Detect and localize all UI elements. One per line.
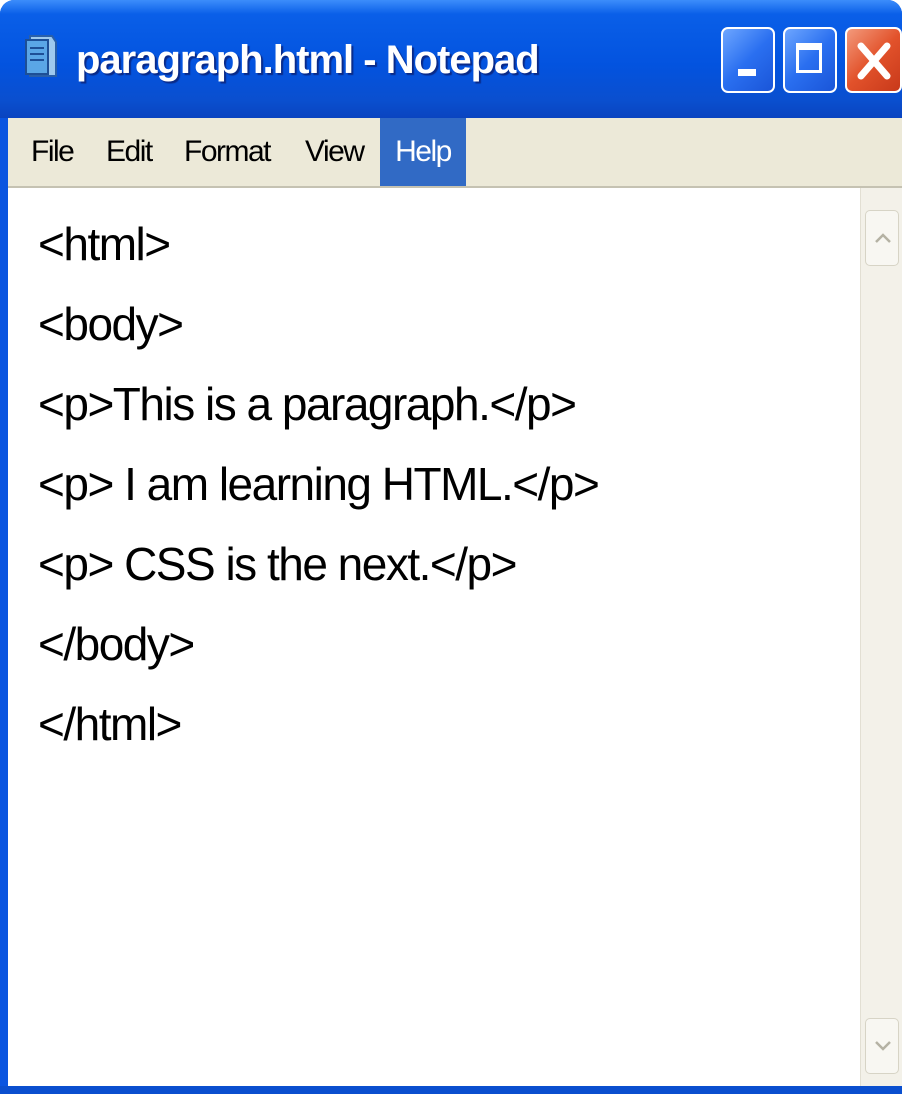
title-bar[interactable]: paragraph.html - Notepad bbox=[0, 0, 902, 118]
window-bottom-border bbox=[0, 1086, 902, 1094]
notepad-icon bbox=[25, 35, 57, 77]
maximize-button[interactable] bbox=[783, 27, 837, 93]
editor-text-area[interactable]: <html> <body> <p>This is a paragraph.</p… bbox=[38, 204, 848, 1074]
minimize-icon bbox=[738, 69, 756, 76]
window-title: paragraph.html - Notepad bbox=[76, 38, 540, 82]
code-line: <body> bbox=[38, 298, 184, 350]
minimize-button[interactable] bbox=[721, 27, 775, 93]
notepad-window: paragraph.html - Notepad File Edit Forma… bbox=[0, 0, 902, 1094]
text-editor[interactable]: <html> <body> <p>This is a paragraph.</p… bbox=[8, 188, 902, 1086]
menu-bar: File Edit Format View Help bbox=[8, 118, 902, 188]
code-line: </html> bbox=[38, 698, 182, 750]
maximize-icon bbox=[796, 43, 822, 73]
close-button[interactable] bbox=[845, 27, 902, 93]
code-line: </body> bbox=[38, 618, 195, 670]
vertical-scrollbar[interactable] bbox=[860, 188, 902, 1086]
menu-file[interactable]: File bbox=[31, 118, 75, 186]
menu-view[interactable]: View bbox=[305, 118, 367, 186]
chevron-down-icon bbox=[875, 1041, 891, 1051]
menu-edit[interactable]: Edit bbox=[106, 118, 158, 186]
menu-help[interactable]: Help bbox=[380, 118, 466, 186]
code-line: <html> bbox=[38, 218, 171, 270]
scroll-down-button[interactable] bbox=[865, 1018, 899, 1074]
code-line: <p> CSS is the next.</p> bbox=[38, 538, 518, 590]
scroll-up-button[interactable] bbox=[865, 210, 899, 266]
close-icon bbox=[857, 42, 891, 80]
code-line: <p>This is a paragraph.</p> bbox=[38, 378, 577, 430]
menu-format[interactable]: Format bbox=[184, 118, 280, 186]
code-line: <p> I am learning HTML.</p> bbox=[38, 458, 600, 510]
chevron-up-icon bbox=[875, 233, 891, 243]
